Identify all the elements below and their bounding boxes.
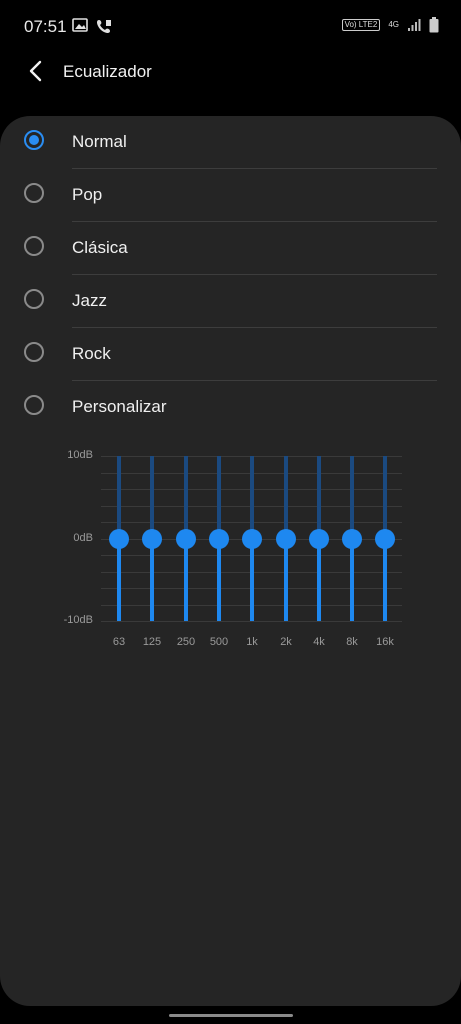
band-slider-knob[interactable] xyxy=(342,528,362,549)
slider-track-lower[interactable] xyxy=(184,538,188,621)
slider-track-upper[interactable] xyxy=(184,456,188,539)
slider-track-lower[interactable] xyxy=(217,538,221,621)
preset-option[interactable]: Clásica xyxy=(0,222,461,275)
volte-indicator: Vo) LTE2 xyxy=(341,19,381,31)
app-bar: Ecualizador xyxy=(0,48,461,96)
slider-track-lower[interactable] xyxy=(317,538,321,621)
slider-track-lower[interactable] xyxy=(150,538,154,621)
page-title: Ecualizador xyxy=(63,62,152,81)
equalizer-card: Normal Pop Clásica Jazz Rock Personalizar 10d… xyxy=(0,116,461,1006)
network-type: 4G xyxy=(388,20,399,29)
preset-option[interactable]: Pop xyxy=(0,169,461,222)
chevron-left-icon[interactable] xyxy=(24,58,50,84)
slider-track-lower[interactable] xyxy=(350,538,354,621)
slider-track-lower[interactable] xyxy=(250,538,254,621)
preset-label: Normal xyxy=(72,132,127,151)
band-slider-knob[interactable] xyxy=(309,528,329,549)
band-slider-knob[interactable] xyxy=(109,528,129,549)
slider-track-upper[interactable] xyxy=(217,456,221,539)
grid-line xyxy=(101,621,402,622)
db-label-top: 10dB xyxy=(67,449,93,461)
battery-icon xyxy=(429,17,439,33)
slider-track-upper[interactable] xyxy=(383,456,387,539)
wifi-call-icon xyxy=(97,20,111,33)
preset-label: Jazz xyxy=(72,291,107,310)
status-left-icons xyxy=(72,18,112,34)
db-label-bottom: -10dB xyxy=(63,614,93,626)
status-time: 07:51 xyxy=(24,17,67,36)
radio-button[interactable] xyxy=(24,183,44,203)
equalizer-graph: 10dB 0dB -10dB 63 125 250 500 1k 2k 4k 8k 16k xyxy=(0,436,461,676)
gesture-handle[interactable] xyxy=(169,1014,293,1017)
slider-track-lower[interactable] xyxy=(117,538,121,621)
slider-track-upper[interactable] xyxy=(284,456,288,539)
band-slider-knob[interactable] xyxy=(276,528,296,549)
slider-track-upper[interactable] xyxy=(250,456,254,539)
slider-track-upper[interactable] xyxy=(350,456,354,539)
radio-button[interactable] xyxy=(24,395,44,415)
radio-button[interactable] xyxy=(24,342,44,362)
radio-button[interactable] xyxy=(24,130,44,150)
band-slider-knob[interactable] xyxy=(142,528,162,549)
db-label-mid: 0dB xyxy=(73,531,93,544)
preset-label: Clásica xyxy=(72,238,128,257)
band-slider-knob[interactable] xyxy=(242,528,262,549)
slider-track-upper[interactable] xyxy=(150,456,154,539)
preset-option[interactable]: Jazz xyxy=(0,275,461,328)
preset-label: Rock xyxy=(72,344,111,363)
band-frequency-label: 16k xyxy=(376,636,394,648)
signal-icon xyxy=(408,19,421,31)
preset-label: Pop xyxy=(72,185,103,204)
status-right-icons: Vo) LTE2 4G xyxy=(341,17,439,33)
band-slider-knob[interactable] xyxy=(176,528,196,549)
slider-track-lower[interactable] xyxy=(284,538,288,621)
preset-option[interactable]: Rock xyxy=(0,328,461,381)
preset-option[interactable]: Personalizar xyxy=(0,381,461,434)
band-slider-knob[interactable] xyxy=(209,528,229,549)
radio-button[interactable] xyxy=(24,289,44,309)
preset-option[interactable]: Normal xyxy=(0,116,461,169)
slider-track-upper[interactable] xyxy=(317,456,321,539)
radio-button[interactable] xyxy=(24,236,44,256)
slider-track-lower[interactable] xyxy=(383,538,387,621)
band-slider-knob[interactable] xyxy=(375,528,395,549)
image-icon xyxy=(72,18,88,32)
preset-label: Personalizar xyxy=(72,397,167,416)
slider-track-upper[interactable] xyxy=(117,456,121,539)
